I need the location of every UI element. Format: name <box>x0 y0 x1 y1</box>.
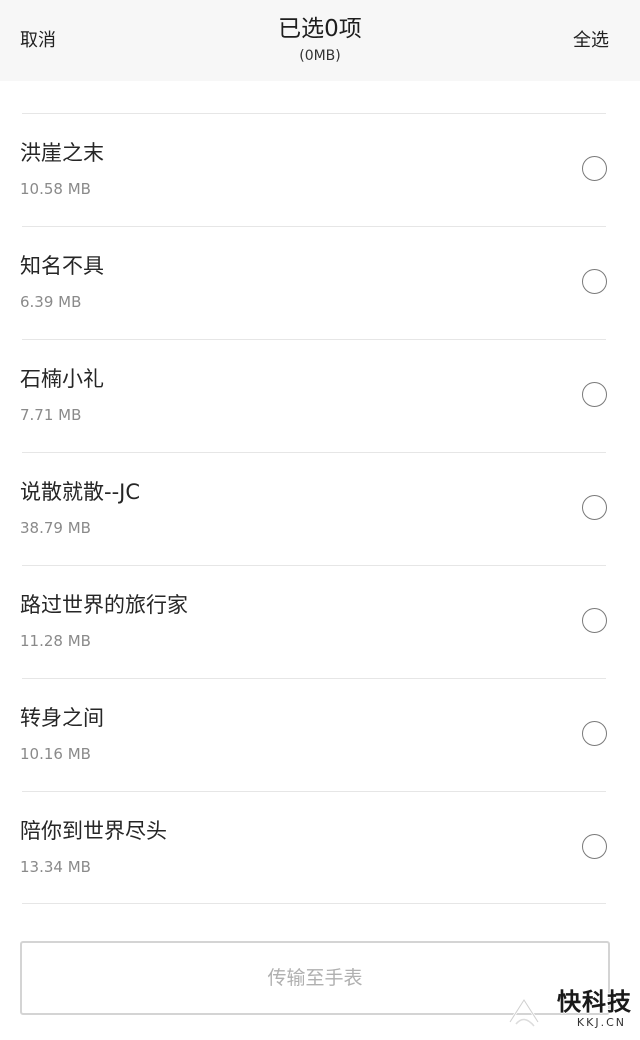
song-title: 石楠小礼 <box>20 367 104 391</box>
song-size: 6.39 MB <box>20 293 82 311</box>
song-size: 11.28 MB <box>20 632 91 650</box>
song-title: 陪你到世界尽头 <box>20 819 167 843</box>
song-size: 10.16 MB <box>20 745 91 763</box>
list-item[interactable]: 知名不具 6.39 MB <box>0 226 640 338</box>
select-all-button[interactable]: 全选 <box>573 29 609 53</box>
watermark: 快科技 KKJ.CN <box>504 988 632 1034</box>
song-title: 路过世界的旅行家 <box>20 593 188 617</box>
selection-title: 已选0项 (0MB) <box>170 14 470 66</box>
radio-unchecked-icon[interactable] <box>582 495 607 520</box>
watermark-text: 快科技 <box>557 988 632 1016</box>
radio-unchecked-icon[interactable] <box>582 269 607 294</box>
page-title: 已选0项 <box>278 16 362 42</box>
song-size: 38.79 MB <box>20 519 91 537</box>
song-title: 转身之间 <box>20 706 104 730</box>
list-item[interactable]: 陪你到世界尽头 13.34 MB <box>0 791 640 903</box>
song-title: 洪崖之末 <box>20 141 104 165</box>
list-item[interactable]: 转身之间 10.16 MB <box>0 678 640 790</box>
radio-unchecked-icon[interactable] <box>582 721 607 746</box>
song-size: 13.34 MB <box>20 858 91 876</box>
list-item[interactable]: 说散就散--JC 38.79 MB <box>0 452 640 564</box>
selection-header: 取消 已选0项 (0MB) 全选 <box>0 0 640 81</box>
list-item[interactable]: 路过世界的旅行家 11.28 MB <box>0 565 640 677</box>
page: 4.52 MB 洪崖之末 10.58 MB 知名不具 6.39 MB 石楠小礼 … <box>0 0 640 1040</box>
radio-unchecked-icon[interactable] <box>582 608 607 633</box>
watermark-sub: KKJ.CN <box>576 1016 626 1029</box>
list-divider <box>22 903 606 904</box>
song-title: 知名不具 <box>20 254 104 278</box>
song-list[interactable]: 4.52 MB 洪崖之末 10.58 MB 知名不具 6.39 MB 石楠小礼 … <box>0 0 640 925</box>
cancel-button[interactable]: 取消 <box>20 29 56 53</box>
song-size: 10.58 MB <box>20 180 91 198</box>
watermark-logo-icon <box>508 997 540 1027</box>
radio-unchecked-icon[interactable] <box>582 156 607 181</box>
song-title: 说散就散--JC <box>20 480 141 504</box>
radio-unchecked-icon[interactable] <box>582 834 607 859</box>
list-item[interactable]: 石楠小礼 7.71 MB <box>0 339 640 451</box>
list-item[interactable]: 洪崖之末 10.58 MB <box>0 113 640 225</box>
song-size: 7.71 MB <box>20 406 82 424</box>
radio-unchecked-icon[interactable] <box>582 382 607 407</box>
selected-size: (0MB) <box>299 48 341 64</box>
